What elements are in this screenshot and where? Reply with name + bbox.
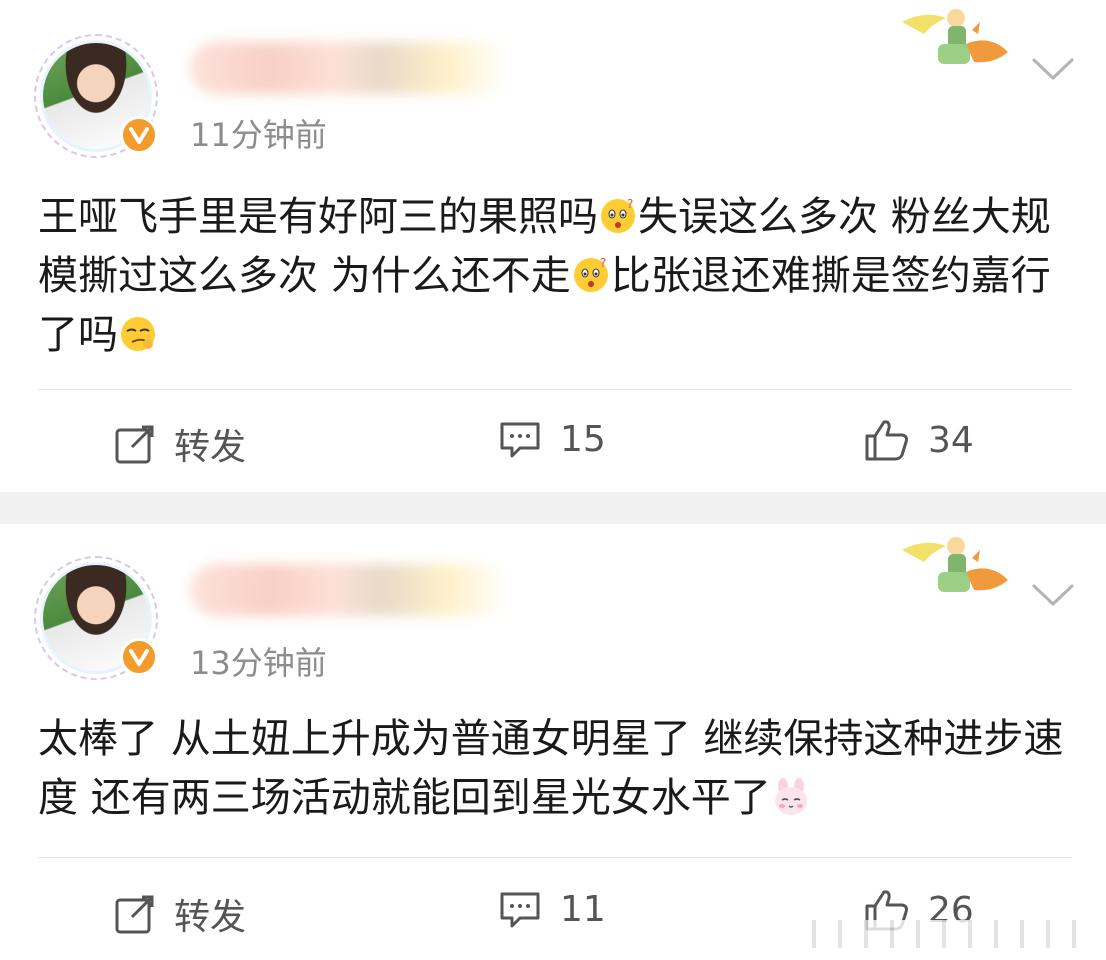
- repost-icon: [115, 895, 154, 934]
- post-card: 13分钟前 太棒了 从土妞上升成为普通女明星了 继续保持这种进步速度 还有两三场…: [0, 524, 1106, 960]
- repost-button[interactable]: 转发: [114, 418, 246, 470]
- divider: [38, 857, 1072, 858]
- like-count: 34: [928, 419, 974, 461]
- repost-label: 转发: [174, 427, 247, 468]
- comment-button[interactable]: 11: [498, 888, 606, 930]
- post-content: 王哑飞手里是有好阿三的果照吗? 失误这么多次 粉丝大规模撕过这么多次 为什么还不走…: [38, 188, 1078, 365]
- svg-text:?: ?: [600, 256, 606, 270]
- like-button[interactable]: 34: [864, 418, 974, 462]
- bunny-face-emoji-icon: [774, 778, 807, 815]
- little-prince-decoration-icon: [902, 9, 1008, 64]
- verified-badge-icon: [120, 638, 158, 676]
- little-prince-decoration-icon: [902, 537, 1008, 592]
- thinking-face-emoji-icon: ?: [573, 256, 608, 292]
- avatar[interactable]: [34, 34, 158, 158]
- watermark: [790, 920, 1090, 948]
- username-blurred[interactable]: [190, 564, 510, 616]
- post-time: 13分钟前: [190, 644, 327, 682]
- comment-icon: [500, 892, 540, 928]
- svg-text:?: ?: [627, 197, 633, 211]
- comment-count: 11: [560, 888, 606, 930]
- comment-feed: 11分钟前 王哑飞手里是有好阿三的果照吗? 失误这么多次 粉丝大规模撕过这么多次 …: [0, 0, 1106, 960]
- post-text: 王哑飞手里是有好阿三的果照吗: [38, 194, 598, 240]
- thinking-face-emoji-icon: ?: [601, 197, 635, 233]
- repost-icon: [115, 425, 154, 464]
- repost-button[interactable]: 转发: [114, 888, 246, 940]
- username-blurred[interactable]: [190, 42, 510, 94]
- smirk-face-emoji-icon: [121, 317, 155, 351]
- post-content: 太棒了 从土妞上升成为普通女明星了 继续保持这种进步速度 还有两三场活动就能回到…: [38, 710, 1078, 828]
- chevron-down-icon[interactable]: [1030, 580, 1076, 610]
- avatar[interactable]: [34, 556, 158, 680]
- chevron-down-icon[interactable]: [1030, 54, 1076, 84]
- comment-button[interactable]: 15: [498, 418, 606, 460]
- repost-label: 转发: [174, 897, 247, 938]
- post-time: 11分钟前: [190, 116, 327, 154]
- divider: [38, 389, 1072, 390]
- thumbs-up-icon: [865, 420, 908, 461]
- post-text: 太棒了 从土妞上升成为普通女明星了 继续保持这种进步速度 还有两三场活动就能回到…: [38, 716, 1064, 821]
- verified-badge-icon: [120, 116, 158, 154]
- post-card: 11分钟前 王哑飞手里是有好阿三的果照吗? 失误这么多次 粉丝大规模撕过这么多次 …: [0, 0, 1106, 492]
- comment-count: 15: [560, 418, 606, 460]
- comment-icon: [500, 422, 540, 458]
